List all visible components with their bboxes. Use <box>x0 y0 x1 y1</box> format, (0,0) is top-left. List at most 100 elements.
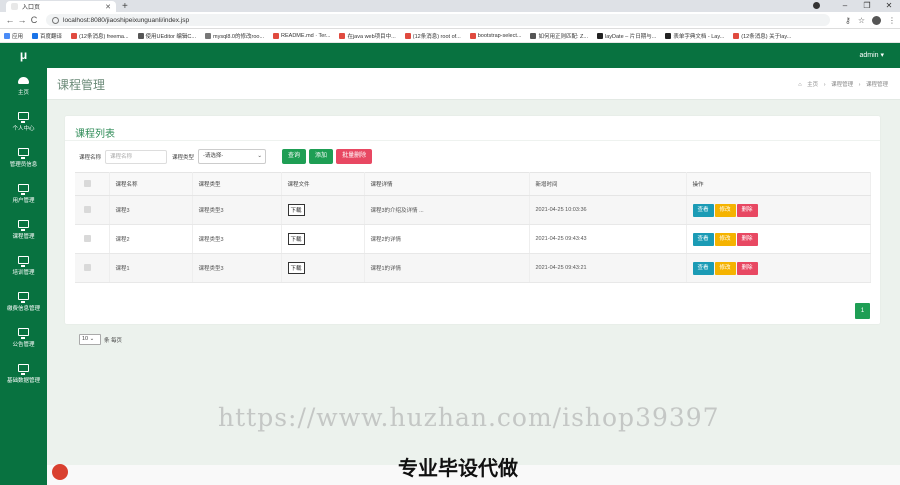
monitor-icon <box>18 328 29 339</box>
bookmarks-bar: 应用 百度翻译 (12条消息) freema... 使用UEditor 编辑C... m… <box>0 29 900 43</box>
table-row: 课程1 课程类型3 下载 课程1的详情 2021-04-25 09:43:21 查看 修改删… <box>75 253 871 283</box>
cell-time: 2021-04-25 09:43:21 <box>529 253 687 283</box>
monitor-icon <box>18 112 29 123</box>
sidebar-item-label: 个人中心 <box>12 126 35 132</box>
maximize-icon[interactable]: ❐ <box>856 0 878 12</box>
tab-close-icon[interactable]: ✕ <box>105 3 111 11</box>
sidebar-item-label: 公告管理 <box>12 342 35 348</box>
page-size-control: 10 ⌄ 条 每页 <box>79 334 122 345</box>
bookmark-item[interactable]: 使用UEditor 编辑C... <box>137 32 196 40</box>
view-button[interactable]: 查看 <box>692 261 714 275</box>
sidebar-item-label: 用户管理 <box>12 198 35 204</box>
download-button[interactable]: 下载 <box>287 204 305 216</box>
menu-icon[interactable]: ⋮ <box>888 16 896 25</box>
bookmark-label: bootstrap-select... <box>477 32 522 39</box>
monitor-icon <box>18 256 29 267</box>
view-button[interactable]: 查看 <box>692 203 714 217</box>
minimize-icon[interactable]: – <box>834 0 856 12</box>
sidebar-item[interactable]: 课程管理 <box>0 212 47 248</box>
bookmark-item[interactable]: 表单字典文档 - Lay... <box>665 32 724 40</box>
reload-icon[interactable]: C <box>28 15 40 25</box>
forward-icon[interactable]: → <box>16 15 28 25</box>
course-type-select[interactable]: -请选择- ⌄ <box>198 149 267 164</box>
edit-button[interactable]: 修改 <box>714 261 736 275</box>
bookmark-icon <box>665 32 672 39</box>
sidebar-item[interactable]: 基础数据管理 <box>0 356 47 392</box>
row-checkbox[interactable] <box>84 234 91 242</box>
bookmark-icon <box>71 32 78 39</box>
profile-icon[interactable] <box>872 15 881 25</box>
sidebar-item[interactable]: 用户管理 <box>0 176 47 212</box>
row-checkbox[interactable] <box>84 205 91 213</box>
bookmark-label: 使用UEditor 编辑C... <box>145 33 196 40</box>
sidebar-item-label: 培训管理 <box>12 270 35 276</box>
edit-button[interactable]: 修改 <box>714 203 736 217</box>
logo[interactable]: μ <box>0 43 47 68</box>
delete-button[interactable]: 删除 <box>736 232 758 246</box>
row-checkbox[interactable] <box>84 263 91 271</box>
batch-delete-button[interactable]: 批量删除 <box>336 149 373 164</box>
bookmark-item[interactable]: (12条消息) root of... <box>404 32 461 40</box>
table-row: 课程2 课程类型3 下载 课程2的详情 2021-04-25 09:43:43 查看 修改删… <box>75 224 871 254</box>
delete-button[interactable]: 删除 <box>736 203 758 217</box>
new-tab-icon[interactable]: + <box>122 1 128 12</box>
breadcrumb-section[interactable]: 课程管理 <box>831 82 853 88</box>
bookmark-label: 应用 <box>12 33 24 40</box>
url-field[interactable]: localhost:8080/jiaoshipeixunguanli/index… <box>46 14 830 26</box>
course-name-label: 课程名称 <box>79 154 102 161</box>
bookmark-item[interactable]: 百度翻译 <box>32 32 62 40</box>
col-type: 课程类型 <box>192 172 282 196</box>
bookmark-item[interactable]: 在java web项目中... <box>339 32 396 40</box>
cell-detail: 课程2的详情 <box>364 224 530 254</box>
key-icon[interactable]: ⚷ <box>845 16 851 25</box>
breadcrumb-home[interactable]: 主页 <box>807 82 818 88</box>
bookmark-label: (12条消息) freema... <box>79 33 129 40</box>
bookmark-icon <box>32 32 39 39</box>
bookmark-icon <box>469 32 476 39</box>
sidebar-item[interactable]: 公告管理 <box>0 320 47 356</box>
top-navbar: μ admin ▾ <box>0 43 900 68</box>
page-1-button[interactable]: 1 <box>855 303 870 319</box>
view-button[interactable]: 查看 <box>692 232 714 246</box>
add-button[interactable]: 添加 <box>309 149 334 164</box>
tab-title: 入口页 <box>22 5 41 11</box>
select-all-checkbox[interactable] <box>84 179 91 187</box>
bookmark-item[interactable]: (12条消息) 关于lay... <box>733 32 791 40</box>
sidebar-item[interactable]: 培训管理 <box>0 248 47 284</box>
bookmark-item[interactable]: 如何用正则匹配: Z... <box>530 32 588 40</box>
info-icon[interactable] <box>52 16 59 24</box>
course-name-input[interactable]: 课程名称 <box>105 149 168 164</box>
sidebar-item[interactable]: 缴费信息管理 <box>0 284 47 320</box>
course-table: 课程名称 课程类型 课程文件 课程详情 新增时间 操作 课程3 课程类型3 下载 课程… <box>75 172 871 283</box>
edit-button[interactable]: 修改 <box>714 232 736 246</box>
bookmark-icon <box>204 32 211 39</box>
bookmark-item[interactable]: mysql8.0的修改roo... <box>204 32 264 40</box>
close-window-icon[interactable]: ✕ <box>878 0 900 12</box>
query-button[interactable]: 查询 <box>282 149 307 164</box>
sidebar-item[interactable]: 主页 <box>0 68 47 104</box>
delete-button[interactable]: 删除 <box>736 261 758 275</box>
record-icon[interactable] <box>813 2 820 9</box>
sidebar-item[interactable]: 个人中心 <box>0 104 47 140</box>
bookmark-item[interactable]: (12条消息) freema... <box>71 32 129 40</box>
bookmark-label: README.md · Ter... <box>281 32 331 39</box>
bookmark-item[interactable]: README.md · Ter... <box>273 32 331 39</box>
watermark-text: https://www.huzhan.com/ishop39397 <box>218 403 720 432</box>
download-button[interactable]: 下载 <box>287 262 305 274</box>
bookmark-item[interactable]: layDate – 片日期与... <box>596 32 656 40</box>
monitor-icon <box>18 148 29 159</box>
bookmark-label: (12条消息) 关于lay... <box>741 33 792 40</box>
download-button[interactable]: 下载 <box>287 233 305 245</box>
star-icon[interactable]: ☆ <box>858 16 865 25</box>
bookmark-item[interactable]: 应用 <box>4 32 23 40</box>
bookmark-icon <box>404 32 411 39</box>
back-icon[interactable]: ← <box>4 15 16 25</box>
floating-logo-icon[interactable] <box>52 464 68 480</box>
per-page-label: 条 每页 <box>104 337 123 344</box>
browser-tab[interactable]: 入口页 ✕ <box>6 1 116 12</box>
sidebar-item-label: 基础数据管理 <box>6 378 40 384</box>
sidebar-item[interactable]: 管理员信息 <box>0 140 47 176</box>
page-size-select[interactable]: 10 ⌄ <box>79 334 101 345</box>
user-menu[interactable]: admin ▾ <box>859 43 884 68</box>
bookmark-item[interactable]: bootstrap-select... <box>469 32 522 39</box>
